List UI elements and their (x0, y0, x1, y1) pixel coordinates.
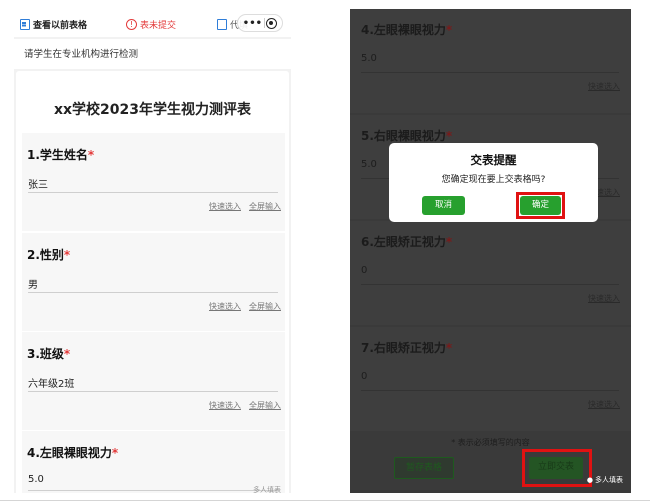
fullscreen-input-link[interactable]: 全屏输入 (249, 201, 281, 212)
quick-select-link[interactable]: 快速选入 (209, 201, 241, 212)
gender-input[interactable]: 男 (28, 271, 278, 293)
field-left-eye-corrected: 6.左眼矫正视力* 0 快速选入 (350, 221, 631, 325)
status-text: 表未提交 (140, 21, 177, 31)
field-label: 7.右眼矫正视力* (361, 341, 453, 355)
field-label: 4.左眼裸眼视力* (27, 446, 119, 460)
required-mark: * (111, 446, 119, 460)
field-class: 3.班级* 六年级2班 快速选入 全屏输入 (22, 332, 285, 430)
form-title: xx学校2023年学生视力测评表 (53, 102, 252, 118)
form-screen-right: ••• 4.左眼裸眼视力* 5.0 快速选入 5.右眼裸眼视力* 5.0 快速选… (350, 9, 631, 493)
required-mark: * (445, 235, 453, 249)
required-mark: * (445, 341, 453, 355)
quick-select-link[interactable]: 快速选入 (209, 400, 241, 411)
watermark: 多人填表 (253, 486, 281, 493)
required-mark: * (63, 248, 71, 262)
required-footnote: * 表示必须填写的内容 (451, 438, 530, 447)
field-gender: 2.性别* 男 快速选入 全屏输入 (22, 233, 285, 331)
required-mark: * (445, 23, 453, 37)
field-label: 2.性别* (27, 248, 71, 262)
field-label: 6.左眼矫正视力* (361, 235, 453, 249)
notice-banner: 请学生在专业机构进行检测 (14, 39, 291, 69)
field-label: 1.学生姓名* (27, 148, 95, 162)
left-eye-input[interactable]: 5.0 (28, 469, 278, 491)
field-label: 3.班级* (27, 347, 71, 361)
field-right-eye-corrected: 7.右眼矫正视力* 0 快速选入 (350, 327, 631, 431)
right-eye-corrected-input[interactable]: 0 (361, 371, 619, 391)
field-actions: 快速选入 全屏输入 (209, 201, 281, 212)
dialog-title: 交表提醒 (470, 153, 517, 167)
field-student-name: 1.学生姓名* 张三 快速选入 全屏输入 (22, 133, 285, 231)
name-input[interactable]: 张三 (28, 171, 278, 193)
required-mark: * (445, 129, 453, 143)
field-left-eye-naked: 4.左眼裸眼视力* 5.0 快速选入 (350, 9, 631, 113)
close-target-icon[interactable] (266, 17, 278, 29)
view-history-label: 查看以前表格 (33, 21, 88, 31)
mini-program-capsule: ••• (237, 14, 283, 32)
capsule-divider (263, 18, 265, 28)
warning-icon: ! (126, 19, 137, 30)
class-input[interactable]: 六年级2班 (28, 370, 278, 392)
required-mark: * (87, 148, 95, 162)
status-indicator: ! 表未提交 (126, 18, 176, 31)
submit-confirm-dialog: 交表提醒 您确定现在要上交表格吗? 取消 确定 (389, 143, 598, 222)
form-screen-left: 查看以前表格 ! 表未提交 代填 ••• 请学生在专业机构进行检测 xx学校20… (14, 9, 291, 493)
quick-select-link[interactable]: 快速选入 (209, 301, 241, 312)
field-label: 5.右眼裸眼视力* (361, 129, 453, 143)
field-actions: 快速选入 全屏输入 (209, 400, 281, 411)
left-eye-input[interactable]: 5.0 (361, 53, 619, 73)
fullscreen-input-link[interactable]: 全屏输入 (249, 301, 281, 312)
field-actions: 快速选入 全屏输入 (209, 301, 281, 312)
left-eye-corrected-input[interactable]: 0 (361, 265, 619, 285)
more-menu-icon[interactable]: ••• (243, 18, 262, 29)
watermark: ● 多人填表 (587, 475, 623, 485)
view-history-link[interactable]: 查看以前表格 (20, 18, 87, 31)
cancel-button[interactable]: 取消 (422, 196, 465, 215)
fullscreen-input-link[interactable]: 全屏输入 (249, 400, 281, 411)
dialog-message: 您确定现在要上交表格吗? (441, 175, 546, 185)
save-draft-button[interactable]: 暂存表格 (394, 457, 454, 479)
quick-select-link[interactable]: 快速选入 (588, 399, 620, 410)
top-bar: 查看以前表格 ! 表未提交 代填 ••• (14, 9, 291, 37)
document-icon (20, 19, 30, 30)
field-left-eye-naked: 4.左眼裸眼视力* 5.0 (22, 431, 285, 493)
page-divider (0, 500, 650, 501)
form-card: xx学校2023年学生视力测评表 1.学生姓名* 张三 快速选入 全屏输入 2.… (16, 71, 289, 493)
required-mark: * (63, 347, 71, 361)
quick-select-link[interactable]: 快速选入 (588, 81, 620, 92)
chat-icon: ● (586, 476, 593, 484)
watermark-text: 多人填表 (595, 476, 623, 484)
submit-highlight-box (522, 449, 592, 487)
confirm-highlight-box (516, 192, 565, 219)
quick-select-link[interactable]: 快速选入 (588, 293, 620, 304)
field-label: 4.左眼裸眼视力* (361, 23, 453, 37)
edit-icon (217, 19, 227, 30)
